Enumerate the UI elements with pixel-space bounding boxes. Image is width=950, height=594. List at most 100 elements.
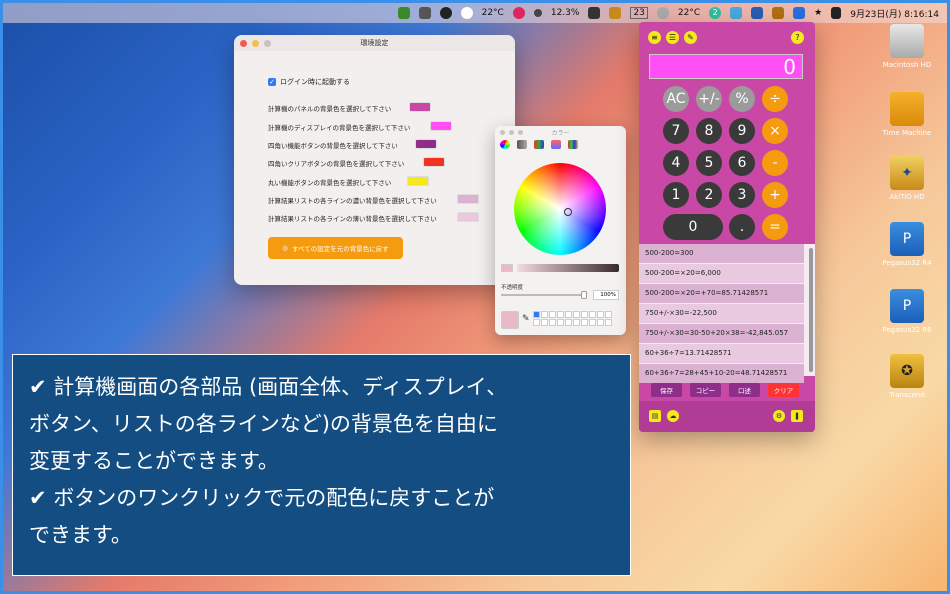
history-row[interactable]: 500-200=×20=+70=85.71428571 [639, 284, 804, 303]
history-list: 500-200=300 500-200=×20=6,000 500-200=×2… [639, 244, 815, 383]
app-status-icon[interactable] [397, 7, 410, 19]
key-9[interactable]: 9 [729, 118, 755, 144]
history-row[interactable]: 750+/-×30=30-50+20×38=-42,845.057 [639, 324, 804, 343]
setting-row-round-func: 丸い機能ボタンの背景色を選択して下さい [268, 179, 392, 187]
hard-drive-icon [890, 24, 924, 58]
caption-line: ✔ ボタンのワンクリックで元の配色に戻すことが [29, 486, 495, 510]
desktop-icon-pegasus-r6[interactable]: P Pegasus32 R6 [872, 289, 942, 334]
dictate-button[interactable]: 口述 [729, 383, 760, 397]
badge-icon[interactable]: 2 [709, 7, 722, 19]
star-icon[interactable]: ★ [814, 8, 822, 18]
history-row[interactable]: 60+36÷7=13.71428571 [639, 344, 804, 363]
status-icon[interactable] [439, 7, 452, 19]
copy-button[interactable]: コピー [690, 383, 721, 397]
desktop-icon-pegasus-r4[interactable]: P Pegasus32 R4 [872, 222, 942, 267]
menu-bar: 22°C 12.3% 23 22°C 2 ★ 9月23日(月) 8:16:14 [3, 3, 947, 23]
palette-icon: ◎ [282, 244, 288, 252]
menubar-clock[interactable]: 9月23日(月) 8:16:14 [850, 7, 939, 20]
key-ac[interactable]: AC [663, 86, 689, 112]
login-checkbox[interactable]: ✓ [268, 78, 276, 86]
key-4[interactable]: 4 [663, 150, 689, 176]
desktop-icon-time-machine[interactable]: Time Machine [872, 92, 942, 137]
desktop-icon-label: Pegasus32 R4 [882, 259, 932, 267]
key-percent[interactable]: % [729, 86, 755, 112]
image-palette-tab-icon[interactable] [551, 140, 561, 149]
key-2[interactable]: 2 [696, 182, 722, 208]
history-scrollbar[interactable] [809, 248, 813, 372]
snowflake-icon[interactable] [730, 7, 743, 19]
key-dot[interactable]: . [729, 214, 755, 240]
opacity-slider-knob[interactable] [581, 291, 587, 299]
color-wheel[interactable] [514, 163, 606, 255]
key-plus[interactable]: + [762, 182, 788, 208]
key-0[interactable]: 0 [663, 214, 723, 240]
reset-colors-button[interactable]: ◎ すべての設定を元の背景色に戻す [268, 237, 403, 259]
swatch-panel[interactable] [409, 102, 431, 112]
color-wheel-cursor[interactable] [564, 208, 572, 216]
swatch-square-clear[interactable] [423, 157, 445, 167]
link-icon[interactable] [512, 7, 525, 19]
color-wheel-tab-icon[interactable] [500, 140, 510, 149]
opacity-slider[interactable] [501, 294, 585, 296]
swatch-list-dark[interactable] [457, 194, 479, 204]
swatch-square-func[interactable] [415, 139, 437, 149]
document-icon[interactable]: ▤ [649, 410, 661, 422]
help-button[interactable]: ? [791, 31, 804, 44]
cpu-usage[interactable]: 12.3% [551, 8, 580, 18]
pegasus-drive-icon: P [890, 222, 924, 256]
pencils-tab-icon[interactable] [568, 140, 578, 149]
cloud-download-icon[interactable]: ☁ [667, 410, 679, 422]
key-minus[interactable]: - [762, 150, 788, 176]
robot-icon[interactable] [418, 7, 431, 19]
key-multiply[interactable]: × [762, 118, 788, 144]
history-row[interactable]: 500-200=×20=6,000 [639, 264, 804, 283]
key-5[interactable]: 5 [696, 150, 722, 176]
saved-colors-grid[interactable] [533, 311, 612, 326]
trash-icon[interactable] [772, 7, 785, 19]
swatch-display[interactable] [430, 121, 452, 131]
clear-button[interactable]: クリア [768, 383, 799, 397]
swatch-round-func[interactable] [407, 176, 429, 186]
history-actions: 保存 コピー 口述 クリア [651, 383, 799, 397]
cloud-icon[interactable] [460, 7, 473, 19]
history-row[interactable]: 750+/-×30=-22,500 [639, 304, 804, 323]
battery-icon[interactable] [831, 7, 842, 19]
key-3[interactable]: 3 [729, 182, 755, 208]
key-8[interactable]: 8 [696, 118, 722, 144]
book-icon[interactable]: ❚ [791, 410, 803, 422]
save-button[interactable]: 保存 [651, 383, 682, 397]
eyedropper-tool-icon[interactable]: ✎ [684, 31, 697, 44]
eyedropper-icon[interactable]: ✎ [522, 314, 530, 324]
history-row[interactable]: 500-200=300 [639, 244, 804, 263]
grid-icon[interactable] [609, 7, 622, 19]
opacity-value-field[interactable]: 100% [593, 290, 619, 300]
settings-app-icon[interactable] [751, 7, 764, 19]
gear-icon[interactable]: ⚙ [773, 410, 785, 422]
swatch-list-light[interactable] [457, 212, 479, 222]
key-1[interactable]: 1 [663, 182, 689, 208]
key-sign[interactable]: +/- [696, 86, 722, 112]
history-row[interactable]: 60+36÷7=28+45+10-20=48.71428571 [639, 364, 804, 383]
weather-temp[interactable]: 22°C [482, 8, 504, 18]
airplane-icon[interactable] [588, 7, 601, 19]
weather-icon[interactable] [656, 7, 669, 19]
weather-temp-2[interactable]: 22°C [678, 8, 700, 18]
list-icon[interactable]: ☰ [666, 31, 679, 44]
bluetooth-icon[interactable] [793, 7, 806, 19]
desktop-icon-macintosh-hd[interactable]: Macintosh HD [872, 24, 942, 69]
key-divide[interactable]: ÷ [762, 86, 788, 112]
key-7[interactable]: 7 [663, 118, 689, 144]
cpu-icon [533, 9, 542, 17]
sliders-tab-icon[interactable] [517, 140, 527, 149]
login-checkbox-row[interactable]: ✓ ログイン時に起動する [268, 77, 350, 87]
desktop-icon-transcend[interactable]: ✪ Transcend [872, 354, 942, 399]
palette-tab-icon[interactable] [534, 140, 544, 149]
key-6[interactable]: 6 [729, 150, 755, 176]
pegasus-drive-icon: P [890, 289, 924, 323]
desktop-icon-akitio-hd[interactable]: ✦ AkiTiO HD [872, 156, 942, 201]
menu-icon[interactable]: ≡ [648, 31, 661, 44]
current-color-swatch[interactable] [501, 311, 519, 329]
key-equals[interactable]: = [762, 214, 788, 240]
brightness-slider[interactable] [517, 264, 619, 272]
calendar-icon[interactable]: 23 [630, 7, 648, 19]
